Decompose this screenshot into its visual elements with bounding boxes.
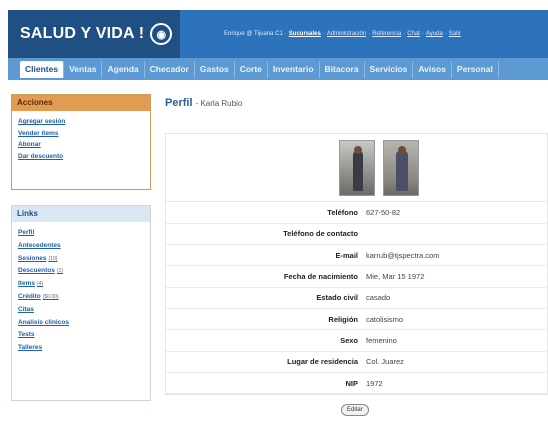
acciones-panel: Acciones Agregar sesión Vender items Abo… (11, 94, 151, 190)
tab-inventario[interactable]: Inventario (268, 60, 320, 78)
link-analisis-clinicos[interactable]: Analisis clinicos (18, 317, 144, 330)
logo-text: SALUD Y VIDA ! (20, 25, 145, 42)
link-tests[interactable]: Tests (18, 329, 144, 342)
profile-photo[interactable] (382, 139, 419, 196)
link-sesiones[interactable]: Sesiones (10) (18, 253, 144, 266)
acciones-title: Acciones (12, 95, 150, 111)
tab-checador[interactable]: Checador (145, 60, 195, 78)
profile-table: Teléfono 627-50-82 Teléfono de contacto E… (166, 202, 547, 395)
user-label: Enrique @ Tijuana C1 (224, 31, 283, 37)
tab-ventas[interactable]: Ventas (64, 60, 103, 78)
globe-icon: ◉ (150, 23, 173, 45)
link-citas[interactable]: Citas (18, 304, 144, 317)
table-row: E-mail karrub@tjspectra.com (166, 244, 547, 267)
table-row: Teléfono 627-50-82 (166, 202, 547, 224)
profile-photo[interactable] (338, 139, 375, 196)
links-panel: Links Perfil Antecedentes Sesiones (10) D… (11, 205, 151, 401)
main-nav: Clientes Ventas Agenda Checador Gastos C… (8, 58, 548, 80)
link-referencia[interactable]: Referencia (372, 31, 401, 37)
link-perfil[interactable]: Perfil (18, 227, 144, 240)
link-talleres[interactable]: Talleres (18, 342, 144, 355)
link-items[interactable]: Items (4) (18, 278, 144, 291)
edit-button[interactable]: Editar (341, 404, 369, 416)
action-agregar-sesion[interactable]: Agregar sesión (18, 116, 144, 128)
links-title: Links (12, 206, 150, 222)
link-ayuda[interactable]: Ayuda (426, 31, 443, 37)
tab-avisos[interactable]: Avisos (413, 60, 452, 78)
table-row: Fecha de nacimiento Mie, Mar 15 1972 (166, 265, 547, 288)
tab-clientes[interactable]: Clientes (20, 60, 65, 78)
link-administracion[interactable]: Administración (327, 31, 366, 37)
link-chat[interactable]: Chat (407, 31, 420, 37)
tab-agenda[interactable]: Agenda (102, 60, 145, 78)
table-row: NIP 1972 (166, 372, 547, 395)
link-descuentos[interactable]: Descuentos (1) (18, 265, 144, 278)
logo[interactable]: SALUD Y VIDA ! ◉ (8, 10, 180, 58)
link-credito[interactable]: Crédito ($0.00) (18, 291, 144, 304)
page-title: Perfil - Karla Rubio (165, 97, 243, 109)
photos-row (166, 134, 547, 202)
top-links-bar: Enrique @ Tijuana C1 · Sucursales · Admi… (180, 10, 548, 58)
tab-bitacora[interactable]: Bitacora (320, 60, 365, 78)
tab-corte[interactable]: Corte (235, 60, 268, 78)
link-sucursales[interactable]: Sucursales (289, 31, 321, 37)
tab-gastos[interactable]: Gastos (195, 60, 235, 78)
action-dar-descuento[interactable]: Dar descuento (18, 151, 144, 163)
table-row: Religión catolisismo (166, 308, 547, 331)
link-antecedentes[interactable]: Antecedentes (18, 240, 144, 253)
header: SALUD Y VIDA ! ◉ Enrique @ Tijuana C1 · … (8, 10, 548, 58)
action-abonar[interactable]: Abonar (18, 139, 144, 151)
table-row: Lugar de residencia Col. Juarez (166, 351, 547, 373)
profile-panel: Teléfono 627-50-82 Teléfono de contacto E… (165, 133, 548, 396)
tab-servicios[interactable]: Servicios (365, 60, 414, 78)
tab-personal[interactable]: Personal (452, 60, 499, 78)
client-name: Karla Rubio (200, 99, 243, 108)
action-vender-items[interactable]: Vender items (18, 128, 144, 140)
table-row: Estado civil casado (166, 287, 547, 309)
table-row: Sexo femenino (166, 329, 547, 352)
table-row: Teléfono de contacto (166, 223, 547, 246)
link-salir[interactable]: Salir (449, 31, 461, 37)
